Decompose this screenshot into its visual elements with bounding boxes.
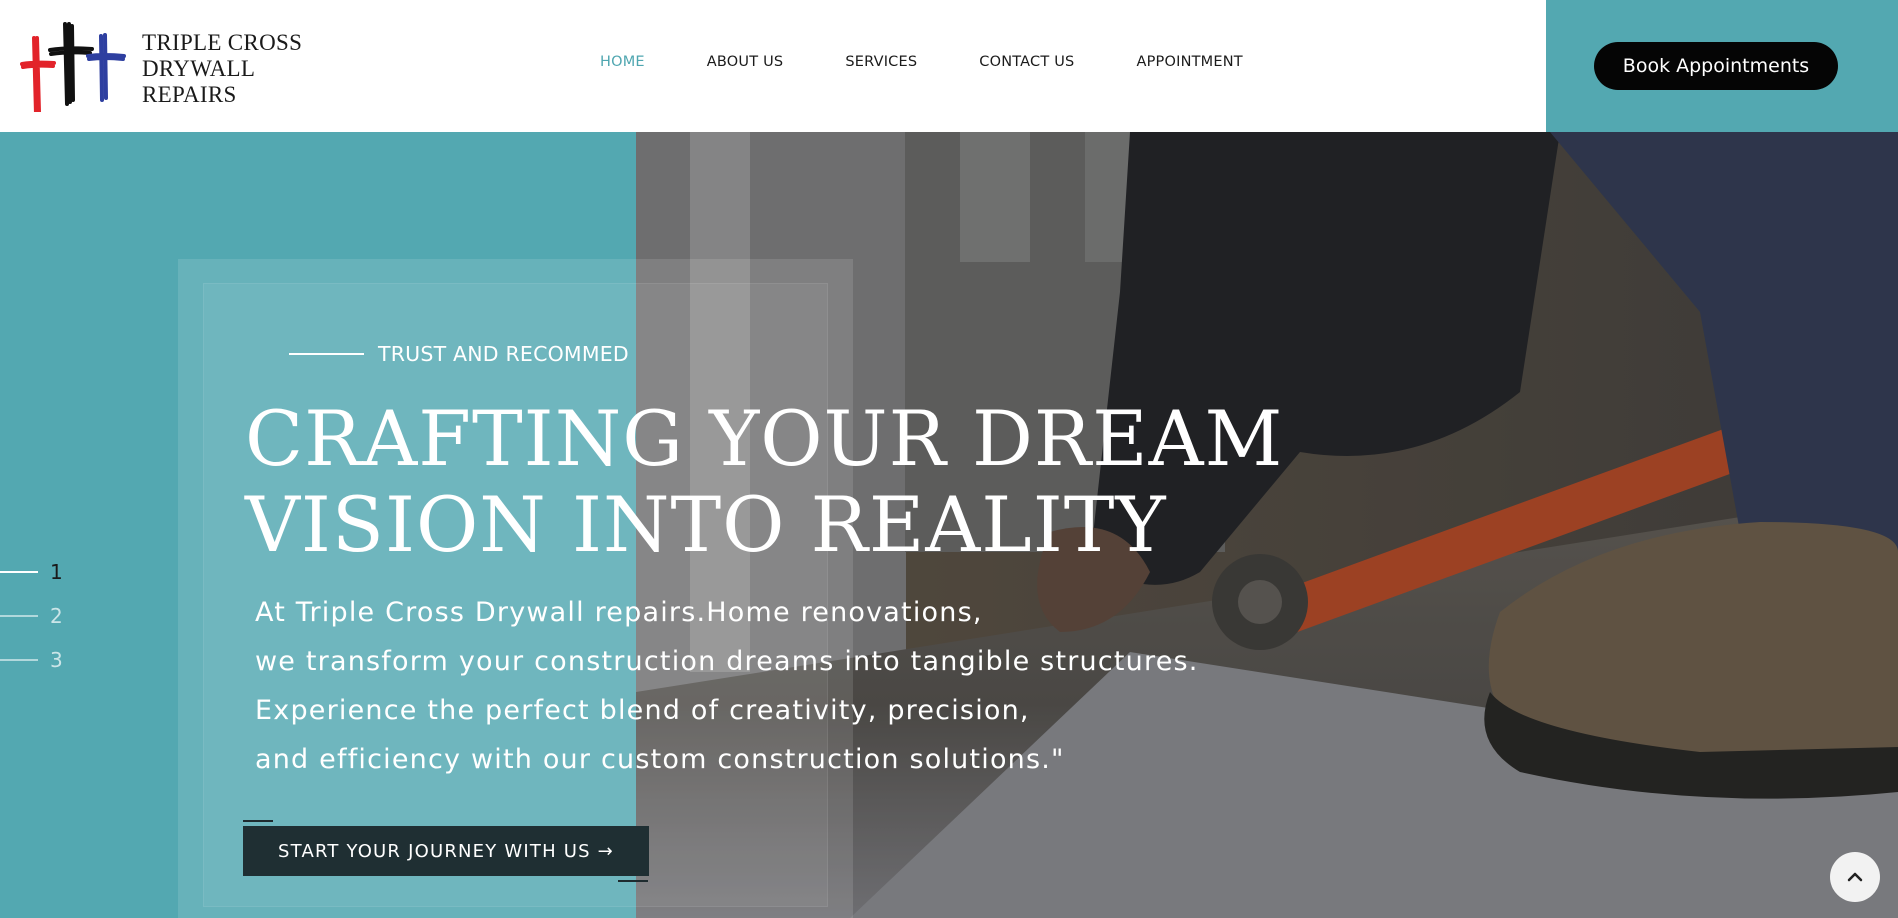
logo-line-3: REPAIRS bbox=[142, 82, 237, 107]
slide-indicator-2[interactable]: 2 bbox=[0, 594, 63, 638]
slide-indicator-number: 2 bbox=[50, 604, 63, 628]
site-header: TRIPLE CROSS DRYWALL REPAIRS HOME ABOUT … bbox=[0, 0, 1898, 132]
hero-eyebrow: TRUST AND RECOMMED bbox=[289, 342, 629, 366]
cta-accent-line-top bbox=[243, 820, 273, 822]
slide-indicator-line bbox=[0, 659, 38, 661]
description-line-1: At Triple Cross Drywall repairs.Home ren… bbox=[255, 597, 983, 628]
slide-indicator-number: 3 bbox=[50, 648, 63, 672]
logo-line-2: DRYWALL bbox=[142, 56, 256, 81]
triple-cross-logo-icon bbox=[20, 22, 126, 112]
slide-indicator-1[interactable]: 1 bbox=[0, 550, 63, 594]
logo-line-1: TRIPLE CROSS bbox=[142, 30, 303, 55]
hero-description: At Triple Cross Drywall repairs.Home ren… bbox=[255, 588, 1199, 784]
start-journey-button[interactable]: START YOUR JOURNEY WITH US → bbox=[243, 826, 649, 876]
description-line-4: and efficiency with our custom construct… bbox=[255, 744, 1065, 775]
logo-text: TRIPLE CROSS DRYWALL REPAIRS bbox=[142, 30, 302, 108]
headline-line-2: VISION INTO REALITY bbox=[245, 480, 1167, 569]
logo[interactable]: TRIPLE CROSS DRYWALL REPAIRS bbox=[20, 22, 302, 112]
chevron-up-icon bbox=[1847, 872, 1863, 882]
slide-indicator-line bbox=[0, 615, 38, 617]
description-line-3: Experience the perfect blend of creativi… bbox=[255, 695, 1030, 726]
hero-headline: CRAFTING YOUR DREAM VISION INTO REALITY bbox=[245, 396, 1283, 568]
slide-indicator-number: 1 bbox=[50, 560, 63, 584]
cta-accent-line-bottom bbox=[618, 880, 648, 882]
slide-indicator-3[interactable]: 3 bbox=[0, 638, 63, 682]
hero-section: TRUST AND RECOMMED CRAFTING YOUR DREAM V… bbox=[0, 132, 1898, 918]
main-nav: HOME ABOUT US SERVICES CONTACT US APPOIN… bbox=[600, 54, 1305, 70]
eyebrow-divider bbox=[289, 353, 364, 355]
nav-appointment[interactable]: APPOINTMENT bbox=[1136, 54, 1242, 70]
slide-indicator-line bbox=[0, 571, 38, 573]
slider-pagination: 1 2 3 bbox=[0, 550, 63, 682]
headline-line-1: CRAFTING YOUR DREAM bbox=[245, 394, 1284, 483]
nav-services[interactable]: SERVICES bbox=[845, 54, 917, 70]
scroll-to-top-button[interactable] bbox=[1830, 852, 1880, 902]
book-appointments-button[interactable]: Book Appointments bbox=[1594, 42, 1838, 90]
eyebrow-text: TRUST AND RECOMMED bbox=[378, 342, 629, 366]
nav-about-us[interactable]: ABOUT US bbox=[707, 54, 784, 70]
description-line-2: we transform your construction dreams in… bbox=[255, 646, 1199, 677]
nav-home[interactable]: HOME bbox=[600, 54, 645, 70]
nav-contact-us[interactable]: CONTACT US bbox=[979, 54, 1074, 70]
